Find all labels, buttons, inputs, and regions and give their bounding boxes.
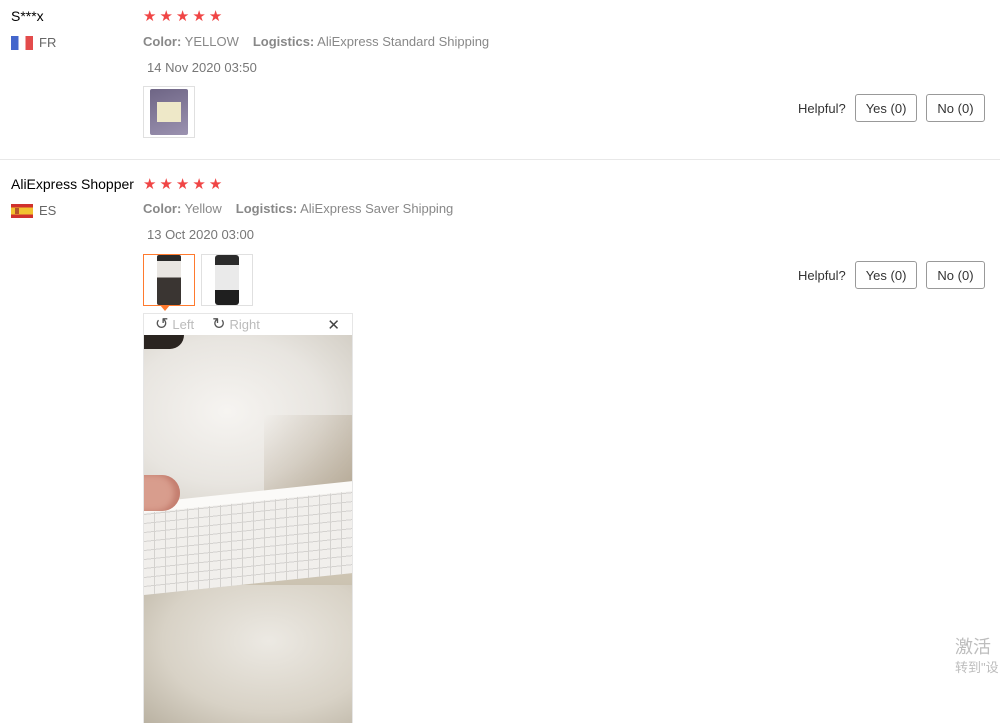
photo-notepad-thumb bbox=[215, 255, 239, 305]
review-date: 13 Oct 2020 03:00 bbox=[147, 227, 254, 242]
sku-color: Color: YELLOW bbox=[143, 34, 239, 49]
reviewer-country: FR bbox=[11, 35, 56, 50]
helpful-vote: Helpful? Yes (0) No (0) bbox=[798, 94, 985, 122]
review-meta: Color: YELLOW Logistics: AliExpress Stan… bbox=[143, 34, 489, 49]
viewer-pointer-arrow bbox=[160, 305, 170, 311]
star-icon: ★ bbox=[208, 176, 223, 193]
review-photo-large bbox=[144, 335, 352, 723]
helpful-no-button[interactable]: No (0) bbox=[926, 261, 985, 289]
rotate-left-button[interactable]: Left bbox=[172, 317, 194, 332]
review-item: S***x FR ★ ★ ★ ★ ★ Color: YELLOW Logisti… bbox=[0, 0, 1000, 160]
star-icon: ★ bbox=[208, 8, 223, 25]
star-icon: ★ bbox=[175, 176, 190, 193]
photo-notepad-thumb bbox=[150, 89, 188, 135]
country-code: ES bbox=[39, 203, 57, 218]
rotate-left-icon[interactable]: ↺ bbox=[155, 316, 168, 333]
country-code: FR bbox=[39, 35, 57, 50]
close-icon[interactable]: ✕ bbox=[327, 316, 340, 334]
rotate-right-button[interactable]: Right bbox=[230, 317, 260, 332]
rotate-right-icon[interactable]: ↻ bbox=[212, 316, 225, 333]
star-icon: ★ bbox=[143, 8, 157, 25]
sku-logistics: Logistics: AliExpress Standard Shipping bbox=[252, 34, 490, 49]
star-icon: ★ bbox=[192, 8, 206, 25]
helpful-label: Helpful? bbox=[798, 100, 846, 116]
helpful-yes-button[interactable]: Yes (0) bbox=[854, 261, 918, 289]
reviewer-name: S***x bbox=[11, 8, 44, 24]
star-rating: ★ ★ ★ ★ ★ bbox=[143, 177, 222, 192]
viewer-toolbar: ↺ Left ↻ Right ✕ bbox=[144, 314, 352, 335]
star-icon: ★ bbox=[143, 176, 157, 193]
photo-viewer: ↺ Left ↻ Right ✕ bbox=[143, 313, 353, 723]
photo-notepad-thumb bbox=[157, 255, 181, 305]
star-icon: ★ bbox=[192, 176, 206, 193]
reviewer-country: ES bbox=[11, 203, 56, 218]
france-flag-icon bbox=[11, 35, 33, 50]
review-date: 14 Nov 2020 03:50 bbox=[147, 60, 257, 75]
sku-logistics: Logistics: AliExpress Saver Shipping bbox=[235, 201, 454, 216]
review-meta: Color: Yellow Logistics: AliExpress Save… bbox=[143, 201, 453, 216]
os-activation-watermark: 激活 转到"设 bbox=[955, 637, 999, 675]
spain-flag-icon bbox=[11, 203, 33, 218]
helpful-yes-button[interactable]: Yes (0) bbox=[854, 94, 918, 122]
star-rating: ★ ★ ★ ★ ★ bbox=[143, 9, 222, 24]
review-photo-thumb[interactable] bbox=[201, 254, 253, 306]
helpful-no-button[interactable]: No (0) bbox=[926, 94, 985, 122]
reviewer-name: AliExpress Shopper bbox=[11, 176, 134, 192]
sku-color: Color: Yellow bbox=[143, 201, 222, 216]
helpful-vote: Helpful? Yes (0) No (0) bbox=[798, 261, 985, 289]
helpful-label: Helpful? bbox=[798, 267, 846, 283]
star-icon: ★ bbox=[175, 8, 190, 25]
review-photo-thumb-selected[interactable] bbox=[143, 254, 195, 306]
star-icon: ★ bbox=[159, 8, 173, 25]
star-icon: ★ bbox=[159, 176, 173, 193]
review-photo-thumb[interactable] bbox=[143, 86, 195, 138]
